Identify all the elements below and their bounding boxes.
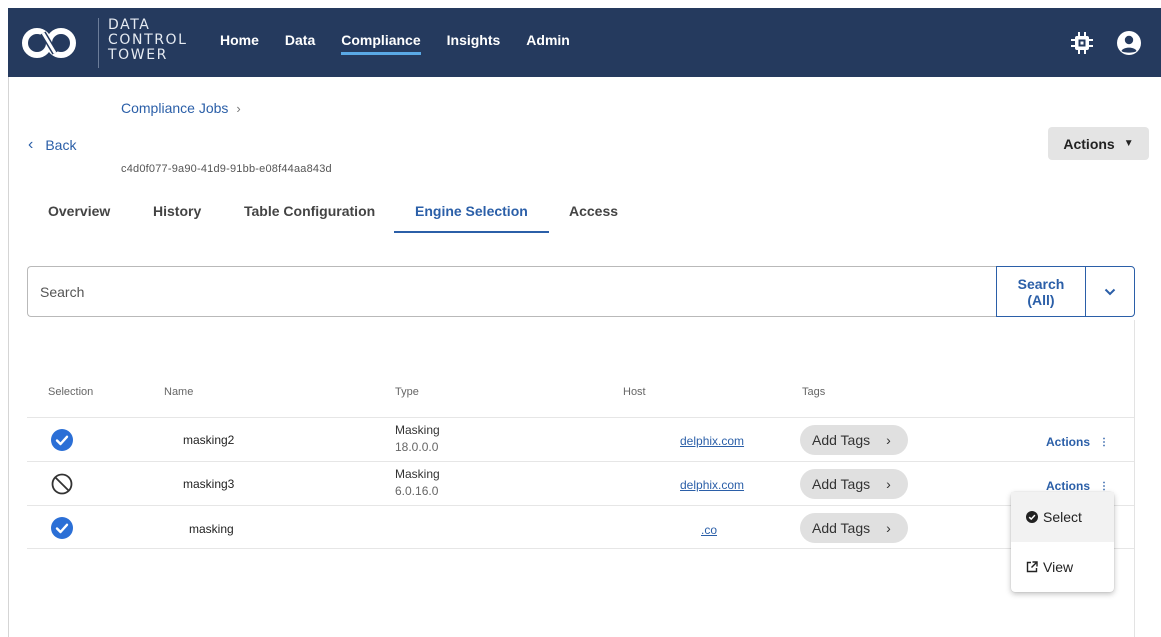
nav-data[interactable]: Data <box>285 32 315 48</box>
search-input[interactable] <box>28 267 997 316</box>
active-tab-indicator <box>394 231 549 233</box>
table-row[interactable]: masking2 Masking 18.0.0.0 delphix.com Ad… <box>27 417 1134 461</box>
check-circle-icon[interactable] <box>51 429 73 451</box>
back-button[interactable]: ‹ Back <box>28 136 76 154</box>
tab-access[interactable]: Access <box>569 203 618 219</box>
more-vertical-icon: ⋮ <box>1099 436 1110 448</box>
table-bottom-border <box>27 548 1134 549</box>
back-label: Back <box>45 137 77 153</box>
user-circle-icon[interactable] <box>1116 30 1142 56</box>
column-header-name[interactable]: Name <box>164 386 193 398</box>
add-tags-label: Add Tags <box>812 476 871 492</box>
menu-item-label: View <box>1043 559 1074 575</box>
caret-down-icon: ▼ <box>1123 138 1134 149</box>
chevron-right-icon: › <box>886 476 891 492</box>
add-tags-button[interactable]: Add Tags › <box>800 513 908 543</box>
breadcrumb: Compliance Jobs › <box>121 100 241 116</box>
breadcrumb-separator-icon: › <box>236 100 241 116</box>
engine-host-link[interactable]: .co <box>701 523 717 537</box>
engine-name: masking3 <box>183 477 235 491</box>
engine-version: 18.0.0.0 <box>395 440 439 454</box>
chevron-right-icon: › <box>886 432 891 448</box>
engine-name: masking <box>189 522 234 536</box>
more-vertical-icon: ⋮ <box>1099 480 1110 492</box>
menu-item-label: Select <box>1043 509 1082 525</box>
engine-type-label: Masking <box>395 423 440 437</box>
brand-line: TOWER <box>108 47 168 63</box>
nav-compliance[interactable]: Compliance <box>341 32 421 55</box>
content-left-border <box>8 77 9 637</box>
column-header-host[interactable]: Host <box>623 386 646 398</box>
nav-insights[interactable]: Insights <box>447 32 501 48</box>
row-actions-button[interactable]: Actions ⋮ <box>1046 479 1109 493</box>
row-actions-button[interactable]: Actions ⋮ <box>1046 435 1109 449</box>
breadcrumb-compliance-jobs[interactable]: Compliance Jobs <box>121 100 228 116</box>
nav-admin[interactable]: Admin <box>526 32 570 48</box>
engine-name: masking2 <box>183 433 235 447</box>
column-header-selection[interactable]: Selection <box>48 386 93 398</box>
engine-host-link[interactable]: delphix.com <box>680 434 744 448</box>
chevron-left-icon: ‹ <box>28 136 34 153</box>
table-row[interactable]: masking .co Add Tags › <box>27 505 1134 549</box>
brand-divider <box>98 18 99 68</box>
row-actions-label: Actions <box>1046 435 1091 449</box>
tab-history[interactable]: History <box>153 203 201 219</box>
check-circle-icon <box>1026 511 1038 523</box>
tab-engine-selection[interactable]: Engine Selection <box>415 203 528 219</box>
add-tags-label: Add Tags <box>812 432 871 448</box>
add-tags-button[interactable]: Add Tags › <box>800 425 908 455</box>
row-actions-label: Actions <box>1046 479 1091 493</box>
add-tags-button[interactable]: Add Tags › <box>800 469 908 499</box>
check-circle-icon[interactable] <box>51 517 73 539</box>
tab-bar: Overview History Table Configuration Eng… <box>28 196 728 232</box>
add-tags-label: Add Tags <box>812 520 871 536</box>
nav-home[interactable]: Home <box>220 32 259 48</box>
column-header-type[interactable]: Type <box>395 386 419 398</box>
tab-overview[interactable]: Overview <box>48 203 110 219</box>
brand-line: DATA <box>108 17 151 33</box>
page-actions-button[interactable]: Actions ▼ <box>1048 127 1149 160</box>
search-field <box>27 266 997 317</box>
chip-icon[interactable] <box>1071 32 1093 54</box>
search-scope-line: (All) <box>1027 291 1055 308</box>
content-right-border <box>1134 320 1135 637</box>
page-actions-label: Actions <box>1063 135 1115 152</box>
engine-host-link[interactable]: delphix.com <box>680 478 744 492</box>
table-row[interactable]: masking3 Masking 6.0.16.0 delphix.com Ad… <box>27 461 1134 505</box>
menu-item-view[interactable]: View <box>1011 542 1114 592</box>
search-scope-line: Search <box>1017 275 1065 292</box>
external-link-icon <box>1026 561 1038 573</box>
engine-type: Masking 6.0.16.0 <box>395 466 440 500</box>
brand-name: DATA CONTROL TOWER <box>108 18 188 63</box>
engine-type-label: Masking <box>395 467 440 481</box>
main-nav: Home Data Compliance Insights Admin <box>220 32 596 55</box>
engine-type: Masking 18.0.0.0 <box>395 422 440 456</box>
job-id: c4d0f077-9a90-41d9-91bb-e08f44aa843d <box>121 163 332 175</box>
brand-line: CONTROL <box>108 32 188 48</box>
column-header-tags[interactable]: Tags <box>802 386 825 398</box>
not-selected-icon[interactable] <box>51 473 73 495</box>
top-navigation-bar: DATA CONTROL TOWER Home Data Compliance … <box>8 8 1161 77</box>
row-actions-menu: Select View <box>1011 492 1114 592</box>
delphix-logo-icon[interactable] <box>18 24 80 62</box>
tab-table-configuration[interactable]: Table Configuration <box>244 203 375 219</box>
menu-item-select[interactable]: Select <box>1011 492 1114 542</box>
search-scope-button[interactable]: Search (All) <box>996 266 1086 317</box>
chevron-right-icon: › <box>886 520 891 536</box>
search-dropdown-button[interactable] <box>1085 266 1135 317</box>
chevron-down-icon <box>1104 288 1116 295</box>
engine-version: 6.0.16.0 <box>395 484 439 498</box>
